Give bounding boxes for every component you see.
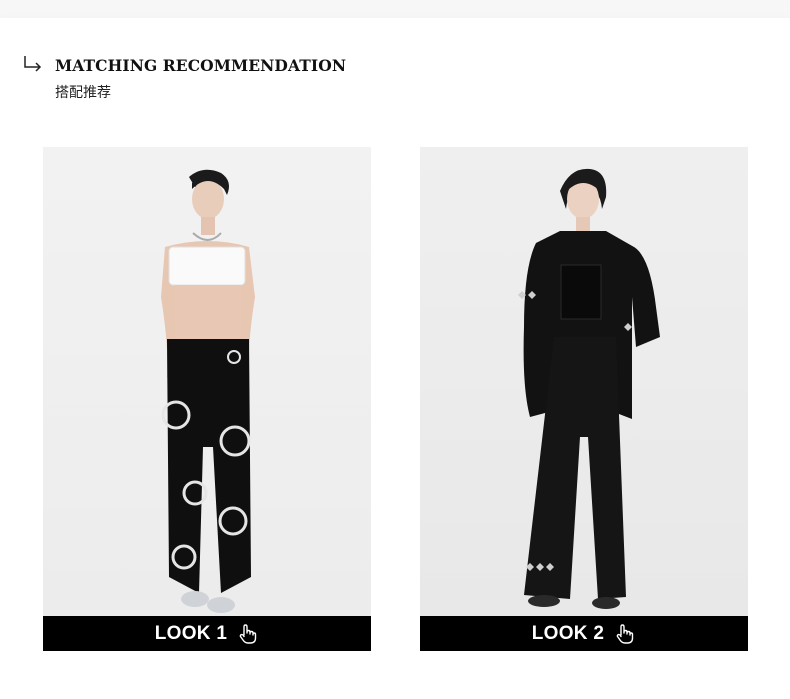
section-subtitle: 搭配推荐 xyxy=(55,85,111,101)
look-card-2[interactable]: LOOK 2 xyxy=(420,147,748,651)
arrow-turn-down-right-icon xyxy=(24,56,42,72)
section-title: MATCHING RECOMMENDATION xyxy=(55,56,347,75)
look-card-1[interactable]: LOOK 1 xyxy=(43,147,371,651)
look-2-label: LOOK 2 xyxy=(531,622,605,644)
section-header: MATCHING RECOMMENDATION 搭配推荐 xyxy=(0,18,790,101)
look-2-button[interactable]: LOOK 2 xyxy=(420,616,748,651)
look-1-label: LOOK 1 xyxy=(154,622,228,644)
model-2-illustration xyxy=(518,168,660,609)
model-1-illustration xyxy=(161,169,255,613)
hand-pointer-icon xyxy=(616,623,634,644)
hand-pointer-icon xyxy=(239,623,257,644)
look-1-button[interactable]: LOOK 1 xyxy=(43,616,371,651)
look-1-photo xyxy=(43,147,371,616)
look-2-photo xyxy=(420,147,748,616)
